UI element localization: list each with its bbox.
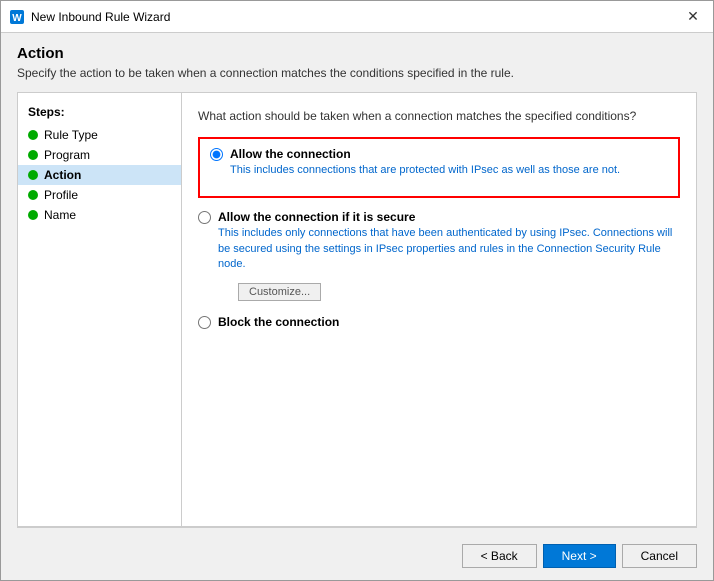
sidebar-item-profile[interactable]: Profile: [18, 185, 181, 205]
cancel-button[interactable]: Cancel: [622, 544, 697, 568]
allow-option-box: Allow the connection This includes conne…: [198, 137, 680, 198]
block-radio[interactable]: [198, 316, 211, 329]
allow-secure-content: Allow the connection if it is secure Thi…: [218, 210, 680, 272]
step-dot-action: [28, 170, 38, 180]
step-label-rule-type: Rule Type: [44, 128, 98, 142]
steps-panel: Steps: Rule Type Program Action Profile: [17, 92, 182, 527]
footer-divider: [17, 527, 697, 528]
content-area: Steps: Rule Type Program Action Profile: [17, 92, 697, 527]
step-dot-profile: [28, 190, 38, 200]
footer: < Back Next > Cancel: [17, 536, 697, 570]
allow-content: Allow the connection This includes conne…: [230, 147, 620, 178]
block-option-row: Block the connection: [198, 315, 680, 329]
step-label-profile: Profile: [44, 188, 78, 202]
svg-text:W: W: [12, 13, 22, 24]
step-dot-rule-type: [28, 130, 38, 140]
allow-secure-radio[interactable]: [198, 211, 211, 224]
sidebar-item-name[interactable]: Name: [18, 205, 181, 225]
steps-label: Steps:: [18, 103, 181, 125]
sidebar-item-rule-type[interactable]: Rule Type: [18, 125, 181, 145]
page-title: Action: [17, 45, 697, 62]
window-title: New Inbound Rule Wizard: [31, 10, 681, 24]
wizard-icon: W: [9, 9, 25, 25]
sidebar-item-action[interactable]: Action: [18, 165, 181, 185]
customize-button[interactable]: Customize...: [238, 283, 321, 301]
question-text: What action should be taken when a conne…: [198, 109, 680, 123]
step-dot-program: [28, 150, 38, 160]
block-title: Block the connection: [218, 315, 339, 329]
main-panel: What action should be taken when a conne…: [182, 92, 697, 527]
close-button[interactable]: ✕: [681, 5, 705, 29]
title-bar: W New Inbound Rule Wizard ✕: [1, 1, 713, 33]
back-button[interactable]: < Back: [462, 544, 537, 568]
step-label-action: Action: [44, 168, 81, 182]
allow-secure-option-row: Allow the connection if it is secure Thi…: [198, 210, 680, 272]
page-subtitle: Specify the action to be taken when a co…: [17, 66, 697, 80]
step-label-program: Program: [44, 148, 90, 162]
allow-secure-desc: This includes only connections that have…: [218, 226, 680, 272]
allow-secure-title: Allow the connection if it is secure: [218, 210, 680, 224]
allow-desc: This includes connections that are prote…: [230, 163, 620, 178]
window: W New Inbound Rule Wizard ✕ Action Speci…: [0, 0, 714, 581]
block-content: Block the connection: [218, 315, 339, 329]
allow-title: Allow the connection: [230, 147, 620, 161]
window-body: Action Specify the action to be taken wh…: [1, 33, 713, 580]
step-dot-name: [28, 210, 38, 220]
allow-radio[interactable]: [210, 148, 223, 161]
sidebar-item-program[interactable]: Program: [18, 145, 181, 165]
step-label-name: Name: [44, 208, 76, 222]
allow-option-row: Allow the connection This includes conne…: [210, 147, 668, 178]
next-button[interactable]: Next >: [543, 544, 616, 568]
